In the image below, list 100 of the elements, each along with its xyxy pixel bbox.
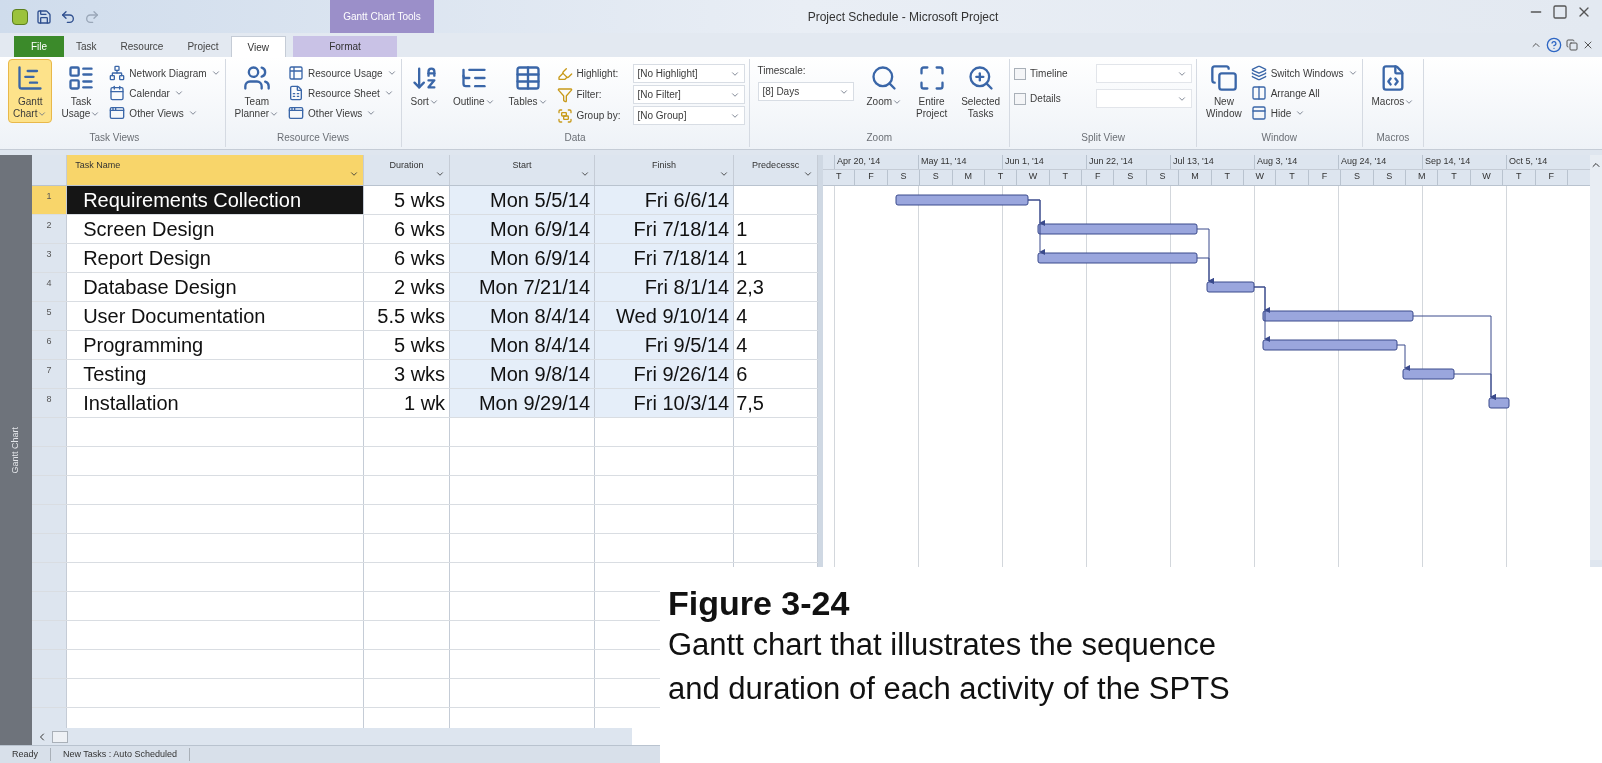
highlighter-icon xyxy=(556,65,573,82)
ribbon-tab[interactable]: File xyxy=(14,36,64,57)
table-cell: Mon 9/29/14 xyxy=(450,389,596,417)
row-header[interactable] xyxy=(32,621,68,649)
caret-icon xyxy=(210,68,221,78)
caret-icon xyxy=(173,88,184,98)
row-header[interactable] xyxy=(32,418,68,446)
row-header[interactable] xyxy=(32,534,68,562)
horizontal-scrollbar[interactable] xyxy=(32,728,633,745)
timescale-label: M xyxy=(952,170,985,185)
column-header[interactable]: Finish xyxy=(595,155,735,185)
row-number[interactable]: 3 xyxy=(32,244,68,272)
help-icon[interactable] xyxy=(1546,37,1562,53)
row-header[interactable] xyxy=(32,592,68,620)
ribbon-button[interactable]: Switch Windows xyxy=(1250,63,1358,83)
row-number[interactable]: 5 xyxy=(32,302,68,330)
checkbox-label: Details xyxy=(1030,92,1062,106)
dropdown-field[interactable]: [8] Days xyxy=(757,82,854,101)
ribbon-button[interactable]: Entire Project xyxy=(911,59,953,123)
caret-icon xyxy=(803,169,814,179)
group-label: Split View xyxy=(1080,131,1126,145)
row-header[interactable] xyxy=(32,650,68,678)
ribbon-button[interactable]: Other Views xyxy=(109,103,221,123)
ribbon-button[interactable]: Resource Sheet xyxy=(288,83,397,103)
row-header[interactable] xyxy=(32,563,68,591)
redo-icon[interactable] xyxy=(84,8,100,25)
table-cell: Fri 7/18/14 xyxy=(595,215,735,243)
field-label: Filter: xyxy=(576,88,603,102)
ribbon-button[interactable]: Hide xyxy=(1250,103,1358,123)
timescale-label: T xyxy=(1049,170,1083,185)
dropdown-field[interactable] xyxy=(1096,89,1193,108)
contextual-group-label: Gantt Chart Tools xyxy=(343,10,421,24)
ribbon-button[interactable]: New Window xyxy=(1201,59,1247,123)
row-number[interactable]: 8 xyxy=(32,389,68,417)
checkbox[interactable] xyxy=(1014,67,1027,80)
table-cell: Mon 7/21/14 xyxy=(450,273,596,301)
ribbon-button[interactable]: Network Diagram xyxy=(109,63,221,83)
timescale-label: S xyxy=(920,170,953,185)
row-header[interactable] xyxy=(32,505,68,533)
dropdown-field[interactable]: [No Highlight] xyxy=(632,64,745,83)
ribbon-button[interactable]: Zoom xyxy=(861,59,908,111)
table-cell: Wed 9/10/14 xyxy=(595,302,735,330)
column-header[interactable]: Duration xyxy=(364,155,451,185)
ribbon-button[interactable]: Calendar xyxy=(109,83,221,103)
column-header[interactable]: Start xyxy=(450,155,596,185)
ribbon-button[interactable]: Tables xyxy=(503,59,553,111)
restore-icon[interactable] xyxy=(1566,39,1578,51)
row-number[interactable]: 2 xyxy=(32,215,68,243)
ribbon-button[interactable]: Arrange All xyxy=(1250,83,1358,103)
close-icon[interactable] xyxy=(1582,39,1594,51)
caret-icon xyxy=(187,108,198,118)
table-cell: Database Design xyxy=(67,273,365,301)
ribbon-tab[interactable]: Format xyxy=(293,36,397,57)
row-number[interactable]: 1 xyxy=(32,186,68,214)
row-number[interactable]: 7 xyxy=(32,360,68,388)
maximize-icon[interactable] xyxy=(1550,4,1570,20)
timescale-label: S xyxy=(1373,170,1406,185)
ribbon-button[interactable]: Team Planner xyxy=(229,59,285,123)
ribbon-tab[interactable]: Resource xyxy=(108,36,176,57)
row-header[interactable] xyxy=(32,476,68,504)
row-header[interactable] xyxy=(32,679,68,707)
timescale-label: F xyxy=(1535,170,1568,185)
ribbon-button[interactable]: Outline xyxy=(447,59,500,111)
dropdown-field[interactable]: [No Filter] xyxy=(632,85,745,104)
ribbon-tab[interactable]: View xyxy=(230,36,286,57)
undo-icon[interactable] xyxy=(60,8,76,25)
status-item: New Tasks : Auto Scheduled xyxy=(51,747,190,762)
timescale-label: T xyxy=(822,170,856,185)
row-number[interactable]: 4 xyxy=(32,273,68,301)
save-icon[interactable] xyxy=(36,8,52,25)
column-header[interactable]: Task Name xyxy=(67,155,365,185)
ribbon-button[interactable]: Macros xyxy=(1366,59,1420,111)
dropdown-field[interactable] xyxy=(1096,64,1193,83)
row-header[interactable] xyxy=(32,708,68,728)
timescale-label: T xyxy=(1503,170,1536,185)
row-number[interactable]: 6 xyxy=(32,331,68,359)
filter-icon xyxy=(556,86,573,103)
caret-icon xyxy=(90,109,101,119)
dropdown-field[interactable]: [No Group] xyxy=(632,106,745,125)
ribbon-button[interactable]: Task Usage xyxy=(56,59,106,123)
timescale-label: F xyxy=(855,170,888,185)
ribbon-button[interactable]: Resource Usage xyxy=(288,63,397,83)
ribbon-button[interactable]: Gantt Chart xyxy=(8,59,53,123)
ribbon-button[interactable]: Selected Tasks xyxy=(956,59,1006,123)
timescale-label: S xyxy=(1114,170,1147,185)
ribbon-tab[interactable]: Task xyxy=(64,36,109,57)
caret-icon xyxy=(349,169,360,179)
checkbox[interactable] xyxy=(1014,92,1027,105)
timescale-label: S xyxy=(1341,170,1374,185)
group-label: Task Views xyxy=(88,131,141,145)
ribbon-button[interactable]: Sort xyxy=(405,59,444,111)
timescale-label: Aug 24, '14 xyxy=(1337,155,1422,169)
scrollbar-thumb[interactable] xyxy=(52,730,69,743)
caption-text: and duration of each activity of the SPTS xyxy=(668,670,1231,708)
ribbon-tab[interactable]: Project xyxy=(175,36,231,57)
arrange-all-icon xyxy=(1250,85,1267,101)
ribbon-button[interactable]: Other Views xyxy=(288,103,397,123)
checkbox-label: Timeline xyxy=(1030,67,1069,81)
row-header[interactable] xyxy=(32,447,68,475)
caret-icon xyxy=(386,68,397,78)
